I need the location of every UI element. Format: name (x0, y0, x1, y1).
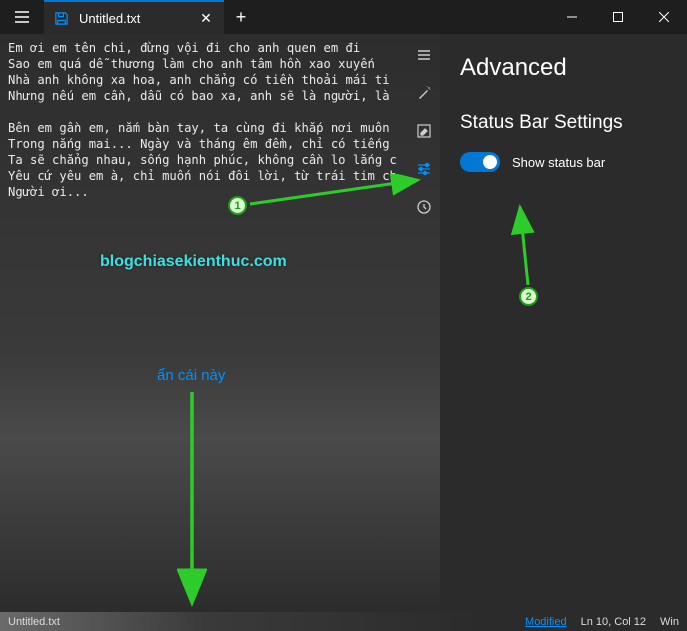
edit-icon[interactable] (415, 122, 433, 140)
menu-icon[interactable] (415, 46, 433, 64)
toggle-knob (483, 155, 497, 169)
main-content: Em ơi em tên chi, đừng vội đi cho anh qu… (0, 34, 687, 612)
hide-this-label: ẩn cái này (157, 367, 225, 384)
save-icon (54, 11, 69, 26)
panel-title: Advanced (460, 54, 667, 82)
show-status-bar-toggle[interactable] (460, 152, 500, 172)
status-encoding: Win (660, 616, 679, 628)
status-cursor: Ln 10, Col 12 (581, 616, 646, 628)
editor-toolbar (408, 34, 440, 216)
tab-close-button[interactable]: ✕ (198, 10, 214, 26)
status-modified[interactable]: Modified (525, 616, 567, 628)
hamburger-icon (14, 9, 30, 25)
toggle-label: Show status bar (512, 155, 605, 170)
panel-section-title: Status Bar Settings (460, 112, 667, 134)
maximize-button[interactable] (595, 0, 641, 34)
editor-area: Em ơi em tên chi, đừng vội đi cho anh qu… (0, 34, 440, 612)
wand-icon[interactable] (415, 84, 433, 102)
settings-sliders-icon[interactable] (415, 160, 433, 178)
show-status-bar-row: Show status bar (460, 152, 667, 172)
new-tab-button[interactable]: + (224, 0, 258, 34)
window-controls (549, 0, 687, 34)
minimize-button[interactable] (549, 0, 595, 34)
title-bar: Untitled.txt ✕ + (0, 0, 687, 34)
status-filename: Untitled.txt (8, 616, 525, 628)
settings-panel: Advanced Status Bar Settings Show status… (440, 34, 687, 612)
status-bar: Untitled.txt Modified Ln 10, Col 12 Win (0, 612, 687, 631)
annotation-marker-1: 1 (228, 196, 247, 215)
tab-title: Untitled.txt (79, 11, 188, 26)
history-icon[interactable] (415, 198, 433, 216)
annotation-marker-2: 2 (519, 287, 538, 306)
watermark-text: blogchiasekienthuc.com (100, 253, 287, 271)
menu-button[interactable] (0, 0, 44, 34)
close-window-button[interactable] (641, 0, 687, 34)
file-tab[interactable]: Untitled.txt ✕ (44, 0, 224, 34)
editor-text[interactable]: Em ơi em tên chi, đừng vội đi cho anh qu… (0, 34, 410, 206)
